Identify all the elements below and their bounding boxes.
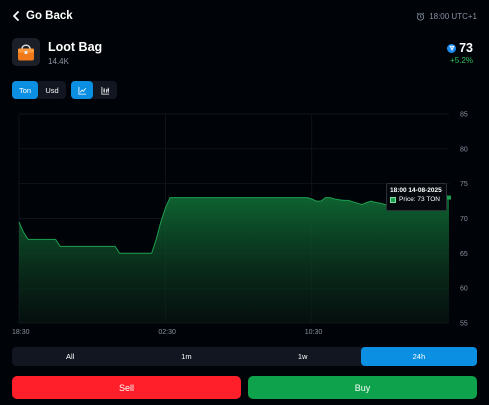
chevron-left-icon bbox=[13, 11, 19, 21]
series-color-swatch bbox=[390, 197, 396, 203]
tooltip-date: 18:00 14-08-2025 bbox=[390, 187, 442, 194]
price-change: +5.2% bbox=[450, 56, 473, 65]
x-tick-label: 10:30 bbox=[305, 329, 323, 336]
currency-toggle: Ton Usd bbox=[12, 81, 66, 99]
range-24h[interactable]: 24h bbox=[360, 347, 477, 366]
currency-option-usd[interactable]: Usd bbox=[38, 81, 66, 99]
time-label: 18:00 UTC+1 bbox=[429, 12, 477, 21]
currency-option-ton[interactable]: Ton bbox=[12, 81, 38, 99]
range-1w[interactable]: 1w bbox=[245, 347, 361, 366]
item-price: 73 bbox=[447, 41, 473, 55]
ton-icon bbox=[447, 43, 457, 53]
time-range-selector: All 1m 1w 24h bbox=[12, 347, 477, 366]
buy-button[interactable]: Buy bbox=[248, 376, 477, 399]
line-chart-button[interactable] bbox=[71, 81, 93, 99]
alarm-clock-icon bbox=[417, 12, 425, 21]
price-chart[interactable]: 55 60 65 70 75 80 85 18:30 02:30 10:30 bbox=[0, 110, 489, 340]
item-name: Loot Bag bbox=[48, 40, 103, 54]
candlestick-chart-button[interactable] bbox=[93, 81, 117, 99]
orange-bag-icon bbox=[18, 44, 34, 61]
y-tick-label: 65 bbox=[460, 251, 468, 258]
go-back-button[interactable]: Go Back bbox=[12, 10, 73, 22]
y-tick-label: 55 bbox=[460, 321, 468, 328]
tooltip-price: Price: 73 TON bbox=[399, 196, 440, 203]
y-tick-label: 75 bbox=[460, 181, 468, 188]
item-count: 14.4K bbox=[48, 57, 69, 66]
x-tick-label: 02:30 bbox=[158, 329, 176, 336]
item-image bbox=[12, 38, 40, 66]
y-tick-label: 85 bbox=[460, 112, 468, 119]
price-value: 73 bbox=[459, 41, 473, 55]
sell-button[interactable]: Sell bbox=[12, 376, 241, 399]
y-tick-label: 80 bbox=[460, 146, 468, 153]
chart-type-toggle bbox=[71, 81, 117, 99]
candlestick-chart-icon bbox=[100, 86, 109, 95]
line-chart-icon bbox=[77, 86, 86, 95]
chart-tooltip: 18:00 14-08-2025 Price: 73 TON bbox=[386, 183, 447, 211]
y-tick-label: 70 bbox=[460, 216, 468, 223]
go-back-label: Go Back bbox=[26, 10, 73, 22]
price-area-fill bbox=[19, 193, 449, 323]
x-tick-label: 18:30 bbox=[12, 329, 30, 336]
y-tick-label: 60 bbox=[460, 286, 468, 293]
tooltip-price-row: Price: 73 TON bbox=[390, 195, 443, 205]
time-indicator: 18:00 UTC+1 bbox=[416, 12, 477, 21]
range-all[interactable]: All bbox=[12, 347, 128, 366]
range-1m[interactable]: 1m bbox=[128, 347, 244, 366]
last-point-marker bbox=[447, 195, 451, 200]
